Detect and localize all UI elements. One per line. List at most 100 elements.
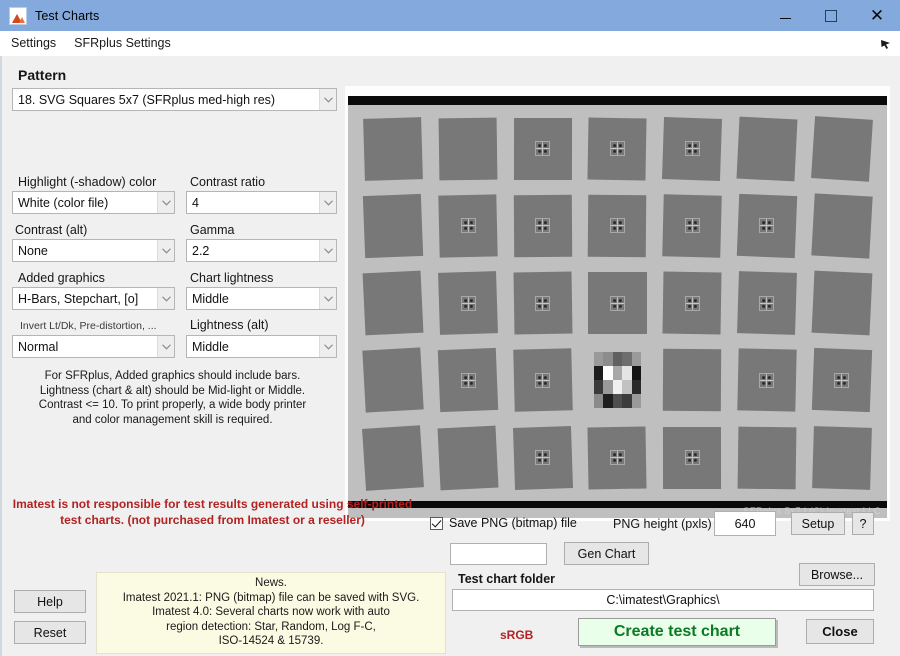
chart-square bbox=[438, 117, 497, 180]
chart-square bbox=[812, 426, 872, 489]
contrast-alt-select[interactable]: None bbox=[12, 239, 175, 262]
pattern-hint-text: For SFRplus, Added graphics should inclu… bbox=[0, 369, 345, 427]
chevron-down-icon bbox=[157, 192, 174, 213]
registration-mark-icon bbox=[834, 373, 849, 388]
chart-preview-panel[interactable]: SFRplus 5x7 | (C) Imatest LLC bbox=[345, 86, 890, 521]
reset-button[interactable]: Reset bbox=[14, 621, 86, 644]
pattern-heading: Pattern bbox=[18, 67, 66, 83]
chart-square bbox=[736, 116, 797, 181]
stepchart-patch bbox=[603, 352, 613, 366]
registration-mark-icon bbox=[461, 373, 476, 388]
chevron-down-icon bbox=[319, 336, 336, 357]
test-chart-folder-input[interactable]: C:\imatest\Graphics\ bbox=[452, 589, 874, 611]
contrast-ratio-select[interactable]: 4 bbox=[186, 191, 337, 214]
chart-square bbox=[663, 349, 722, 411]
left-edge-rule bbox=[0, 56, 2, 656]
chevron-down-icon bbox=[157, 240, 174, 261]
chart-square bbox=[363, 117, 423, 180]
chart-square bbox=[363, 194, 424, 258]
help-question-button[interactable]: ? bbox=[852, 512, 874, 535]
registration-mark-icon bbox=[759, 373, 774, 388]
test-charts-window: Test Charts ✕ Settings SFRplus Settings … bbox=[0, 0, 900, 656]
png-height-input[interactable]: 640 bbox=[714, 511, 776, 536]
field-label-highlight-color: Highlight (-shadow) color bbox=[18, 175, 156, 189]
setup-button[interactable]: Setup bbox=[791, 512, 845, 535]
close-icon[interactable]: ✕ bbox=[854, 0, 900, 31]
stepchart-patch bbox=[603, 366, 613, 380]
stepchart-patch bbox=[622, 366, 632, 380]
chart-stepchart bbox=[594, 352, 642, 408]
chart-square bbox=[363, 271, 424, 335]
window-controls: ✕ bbox=[762, 0, 900, 31]
chart-lightness-value: Middle bbox=[187, 292, 319, 306]
chart-square bbox=[811, 193, 873, 258]
maximize-icon[interactable] bbox=[808, 0, 854, 31]
registration-mark-icon bbox=[610, 141, 625, 156]
field-label-invert: Invert Lt/Dk, Pre-distortion, ... bbox=[20, 320, 157, 332]
save-png-checkbox[interactable]: Save PNG (bitmap) file bbox=[430, 516, 577, 530]
gamma-value: 2.2 bbox=[187, 244, 319, 258]
create-test-chart-button[interactable]: Create test chart bbox=[578, 618, 776, 646]
minimize-icon[interactable] bbox=[762, 0, 808, 31]
menu-item-settings[interactable]: Settings bbox=[2, 31, 65, 56]
title-bar: Test Charts ✕ bbox=[0, 0, 900, 31]
chart-square bbox=[362, 425, 424, 490]
highlight-color-value: White (color file) bbox=[13, 196, 157, 210]
field-label-contrast-ratio: Contrast ratio bbox=[190, 175, 265, 189]
close-button[interactable]: Close bbox=[806, 619, 874, 644]
stepchart-patch bbox=[613, 380, 623, 394]
field-label-gamma: Gamma bbox=[190, 223, 234, 237]
chart-lightness-select[interactable]: Middle bbox=[186, 287, 337, 310]
pattern-select[interactable]: 18. SVG Squares 5x7 (SFRplus med-high re… bbox=[12, 88, 337, 111]
registration-mark-icon bbox=[535, 141, 550, 156]
lightness-alt-value: Middle bbox=[187, 340, 319, 354]
stepchart-patch bbox=[603, 394, 613, 408]
lightness-alt-select[interactable]: Middle bbox=[186, 335, 337, 358]
pattern-select-value: 18. SVG Squares 5x7 (SFRplus med-high re… bbox=[13, 93, 319, 107]
field-label-contrast-alt: Contrast (alt) bbox=[15, 223, 87, 237]
stepchart-patch bbox=[622, 380, 632, 394]
stepchart-patch bbox=[594, 380, 604, 394]
stepchart-patch bbox=[622, 352, 632, 366]
registration-mark-icon bbox=[610, 296, 625, 311]
chevron-down-icon bbox=[319, 288, 336, 309]
registration-mark-icon bbox=[685, 218, 700, 233]
registration-mark-icon bbox=[535, 373, 550, 388]
chart-image: SFRplus 5x7 | (C) Imatest LLC bbox=[348, 96, 887, 518]
added-graphics-select[interactable]: H-Bars, Stepchart, [o] bbox=[12, 287, 175, 310]
imatest-app-icon bbox=[9, 7, 27, 25]
chart-square bbox=[811, 271, 872, 335]
gamma-select[interactable]: 2.2 bbox=[186, 239, 337, 262]
help-button[interactable]: Help bbox=[14, 590, 86, 613]
chevron-down-icon bbox=[319, 240, 336, 261]
stepchart-patch bbox=[632, 380, 642, 394]
registration-mark-icon bbox=[535, 218, 550, 233]
contrast-alt-value: None bbox=[13, 244, 157, 258]
cursor-arrow-icon bbox=[880, 37, 891, 48]
save-png-label: Save PNG (bitmap) file bbox=[449, 516, 577, 530]
invert-select[interactable]: Normal bbox=[12, 335, 175, 358]
test-chart-folder-label: Test chart folder bbox=[458, 572, 555, 586]
gen-chart-button[interactable]: Gen Chart bbox=[564, 542, 649, 565]
registration-mark-icon bbox=[610, 450, 625, 465]
stepchart-patch bbox=[632, 352, 642, 366]
registration-mark-icon bbox=[759, 296, 774, 311]
chart-square bbox=[811, 116, 873, 181]
chevron-down-icon bbox=[157, 336, 174, 357]
window-title: Test Charts bbox=[35, 9, 99, 23]
registration-mark-icon bbox=[685, 296, 700, 311]
stepchart-patch bbox=[603, 380, 613, 394]
main-content: Pattern 18. SVG Squares 5x7 (SFRplus med… bbox=[0, 56, 900, 656]
stepchart-patch bbox=[632, 366, 642, 380]
contrast-ratio-value: 4 bbox=[187, 196, 319, 210]
browse-button[interactable]: Browse... bbox=[799, 563, 875, 586]
gen-chart-input[interactable] bbox=[450, 543, 547, 565]
stepchart-patch bbox=[613, 352, 623, 366]
chevron-down-icon bbox=[157, 288, 174, 309]
menu-item-sfrplus-settings[interactable]: SFRplus Settings bbox=[65, 31, 180, 56]
registration-mark-icon bbox=[685, 141, 700, 156]
highlight-color-select[interactable]: White (color file) bbox=[12, 191, 175, 214]
field-label-lightness-alt: Lightness (alt) bbox=[190, 318, 269, 332]
registration-mark-icon bbox=[461, 218, 476, 233]
stepchart-patch bbox=[594, 352, 604, 366]
